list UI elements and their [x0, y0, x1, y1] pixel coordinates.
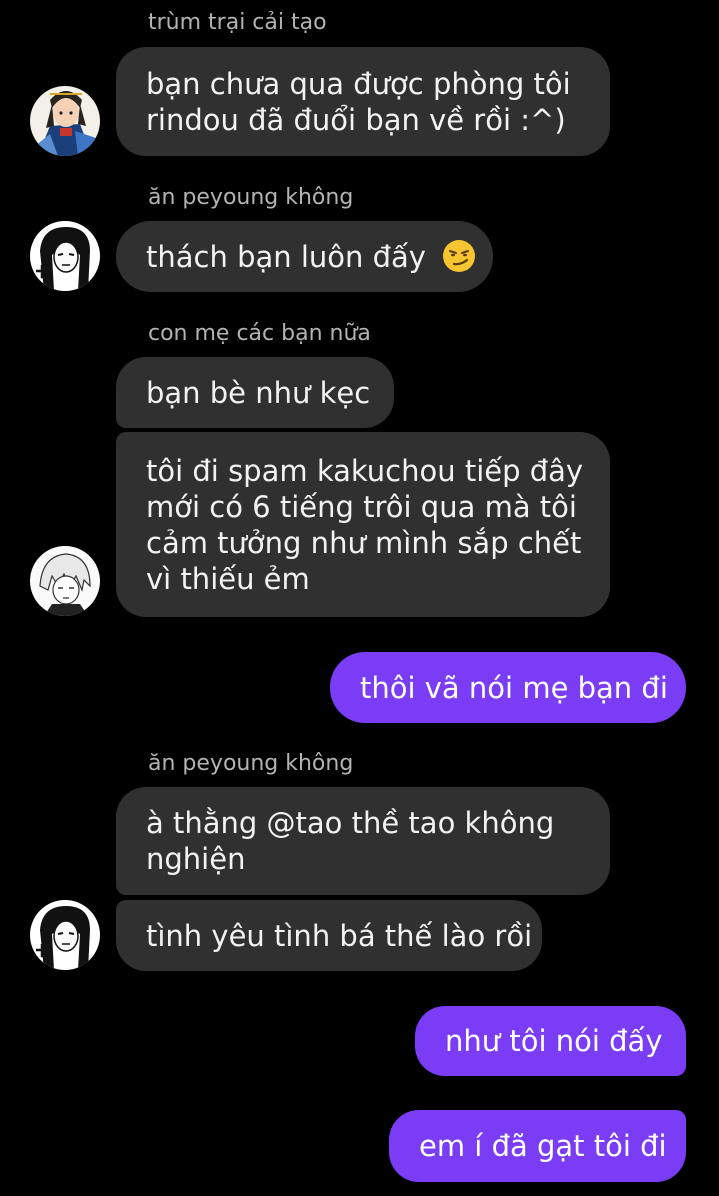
sender-name: trùm trại cải tạo	[148, 10, 327, 35]
contact-avatar[interactable]	[30, 86, 100, 156]
avatar-illustration	[30, 546, 100, 616]
message-text: tình yêu tình bá thế lào rồi	[146, 918, 533, 953]
outgoing-message-bubble[interactable]: em í đã gạt tôi đi	[389, 1110, 686, 1182]
smirking-face-emoji	[443, 239, 476, 272]
sender-name: con mẹ các bạn nữa	[148, 321, 371, 346]
message-text: tôi đi spam kakuchou tiếp đây	[146, 453, 584, 488]
message-text: vì thiếu ẻm	[146, 561, 310, 596]
incoming-message-bubble[interactable]: thách bạn luôn đấy	[116, 221, 493, 292]
outgoing-message-bubble[interactable]: thôi vã nói mẹ bạn đi	[330, 652, 686, 723]
message-text: nghiện	[146, 842, 246, 876]
message-text: rindou đã đuổi bạn về rồi :^)	[146, 102, 566, 137]
incoming-message-bubble[interactable]: à thằng @tao thề tao không nghiện	[116, 787, 610, 895]
message-text: cảm tưởng như mình sắp chết	[146, 525, 582, 560]
message-text: bạn chưa qua được phòng tôi	[146, 66, 571, 101]
message-text: em í đã gạt tôi đi	[419, 1129, 667, 1163]
message-text: bạn bè như kẹc	[146, 375, 371, 410]
sender-name: ăn peyoung không	[148, 751, 354, 776]
incoming-message-bubble[interactable]: bạn bè như kẹc	[116, 357, 394, 428]
incoming-message-bubble[interactable]: tôi đi spam kakuchou tiếp đây mới có 6 t…	[116, 432, 610, 617]
sender-name: ăn peyoung không	[148, 185, 354, 210]
avatar-illustration	[30, 221, 100, 291]
avatar-illustration	[30, 900, 100, 970]
message-text: thách bạn luôn đấy	[146, 239, 426, 274]
outgoing-message-bubble[interactable]: như tôi nói đấy	[415, 1006, 686, 1076]
incoming-message-bubble[interactable]: bạn chưa qua được phòng tôi rindou đã đu…	[116, 47, 610, 156]
message-text: à thằng @tao thề tao không	[146, 806, 555, 840]
contact-avatar[interactable]	[30, 900, 100, 970]
message-text: mới có 6 tiếng trôi qua mà tôi	[146, 489, 577, 524]
message-row: thách bạn luôn đấy	[146, 239, 476, 275]
contact-avatar[interactable]	[30, 221, 100, 291]
contact-avatar[interactable]	[30, 546, 100, 616]
avatar-illustration	[30, 86, 100, 156]
message-text: thôi vã nói mẹ bạn đi	[360, 670, 668, 705]
message-text: như tôi nói đấy	[445, 1024, 663, 1058]
incoming-message-bubble[interactable]: tình yêu tình bá thế lào rồi	[116, 900, 542, 971]
